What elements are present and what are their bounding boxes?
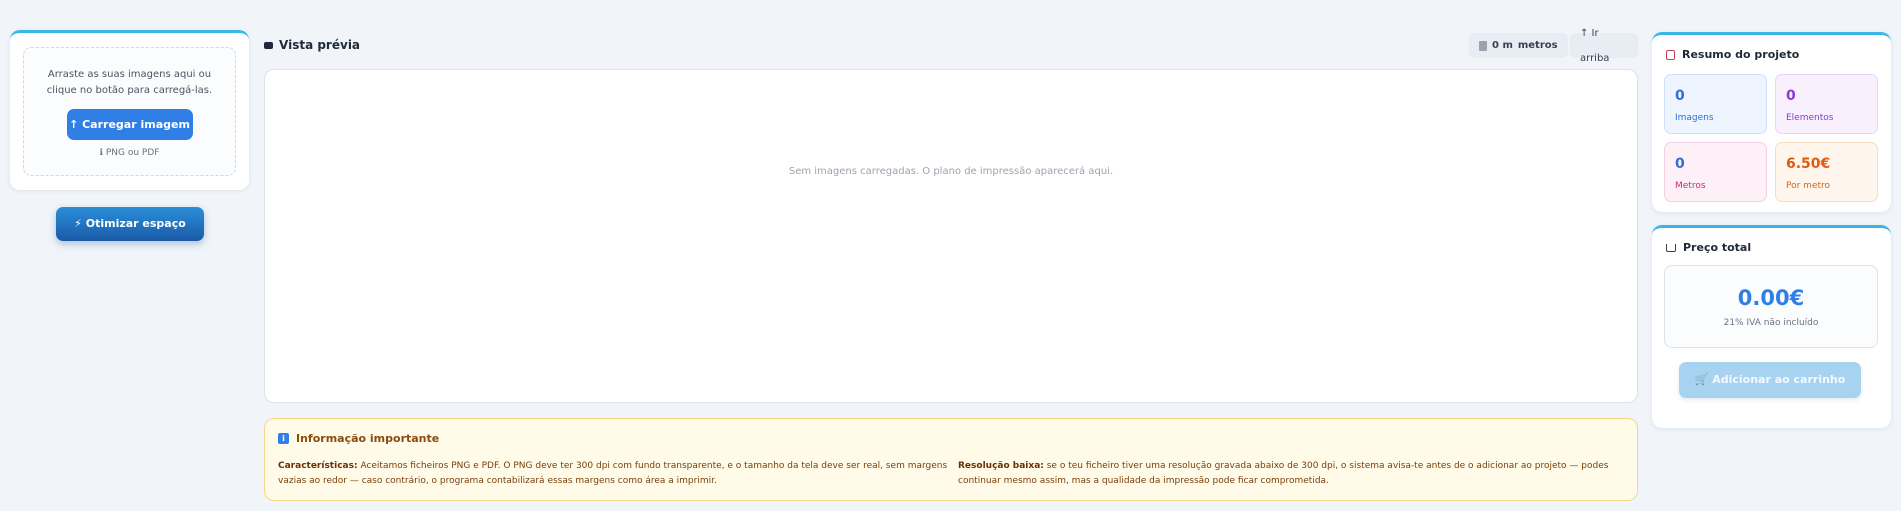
stat-elements: 0 Elementos: [1775, 74, 1878, 134]
add-to-cart-button[interactable]: 🛒 Adicionar ao carrinho: [1679, 362, 1861, 398]
stat-images-value: 0: [1675, 88, 1685, 104]
meters-unit: metros: [1517, 40, 1558, 51]
stat-meters-label: Metros: [1675, 181, 1706, 191]
price-title-text: Preço total: [1683, 241, 1752, 254]
stat-meters-value: 0: [1675, 156, 1685, 172]
vat-note: 21% IVA não incluído: [1723, 318, 1819, 328]
document-icon: [1479, 40, 1487, 51]
summary-title: Resumo do projeto: [1666, 48, 1799, 61]
project-summary-card: Resumo do projeto 0 Imagens 0 Elementos …: [1652, 32, 1891, 212]
cart-icon: [1666, 243, 1676, 252]
scroll-top-button[interactable]: ↑ Ir arriba: [1570, 28, 1638, 64]
stat-price-per-meter-label: Por metro: [1786, 181, 1831, 191]
stat-elements-value: 0: [1786, 88, 1796, 104]
empty-preview-message: Sem imagens carregadas. O plano de impre…: [788, 166, 1114, 177]
stat-price-per-meter-value: 6.50€: [1786, 156, 1831, 172]
info-characteristics-label: Características:: [278, 461, 358, 471]
info-icon: i: [278, 433, 289, 444]
total-price-card: Preço total 0.00€ 21% IVA não incluído 🛒…: [1652, 225, 1891, 428]
stat-images: 0 Imagens: [1664, 74, 1767, 134]
stat-images-label: Imagens: [1675, 113, 1714, 123]
info-low-resolution-label: Resolução baixa:: [958, 461, 1044, 471]
info-characteristics: Características: Aceitamos ficheiros PNG…: [278, 459, 958, 489]
important-info-panel: i Informação importante Características:…: [264, 418, 1638, 501]
preview-header: Vista prévia 0 m metros ↑ Ir arriba: [264, 28, 1638, 64]
upload-instructions: Arraste as suas imagens aqui ou clique n…: [46, 69, 213, 96]
camera-icon: [264, 41, 273, 49]
meters-counter: 0 m metros: [1469, 33, 1568, 58]
info-characteristics-text: Aceitamos ficheiros PNG e PDF. O PNG dev…: [278, 461, 948, 486]
upload-card: Arraste as suas imagens aqui ou clique n…: [10, 30, 249, 190]
preview-title-text: Vista prévia: [279, 38, 361, 52]
price-title: Preço total: [1666, 241, 1751, 254]
stat-elements-label: Elementos: [1786, 113, 1834, 123]
info-low-resolution-text: se o teu ficheiro tiver uma resolução gr…: [958, 461, 1609, 486]
meters-value: 0 m: [1492, 40, 1513, 51]
stat-price-per-meter: 6.50€ Por metro: [1775, 142, 1878, 202]
info-title-text: Informação importante: [296, 432, 440, 445]
info-title: i Informação importante: [278, 432, 439, 445]
optimize-space-button[interactable]: ⚡ Otimizar espaço: [56, 207, 204, 241]
price-display: 0.00€ 21% IVA não incluído: [1664, 265, 1878, 348]
upload-image-button[interactable]: ↑ Carregar imagem: [66, 109, 193, 140]
info-low-resolution: Resolução baixa: se o teu ficheiro tiver…: [958, 459, 1623, 489]
upload-format-hint: ℹ PNG ou PDF: [99, 148, 160, 158]
clipboard-icon: [1666, 49, 1675, 60]
stat-meters: 0 Metros: [1664, 142, 1767, 202]
preview-title: Vista prévia: [264, 38, 360, 52]
upload-dropzone[interactable]: Arraste as suas imagens aqui ou clique n…: [23, 47, 236, 176]
total-price-value: 0.00€: [1737, 286, 1805, 310]
summary-title-text: Resumo do projeto: [1682, 48, 1800, 61]
print-preview-area: Sem imagens carregadas. O plano de impre…: [264, 69, 1638, 403]
